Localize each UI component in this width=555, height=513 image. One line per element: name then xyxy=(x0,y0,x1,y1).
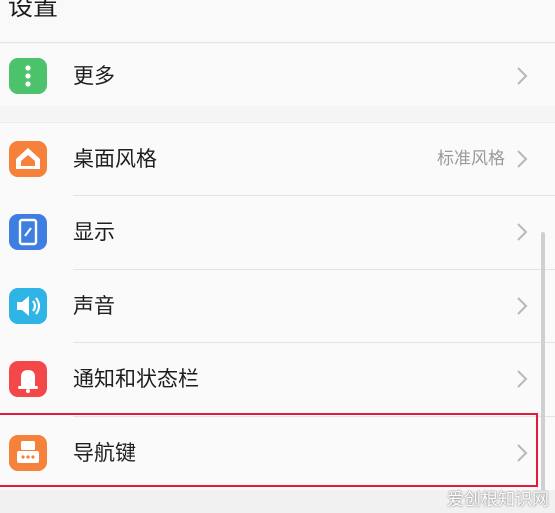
chevron-right-icon xyxy=(517,150,528,168)
settings-row-label: 显示 xyxy=(73,220,115,244)
chevron-right-icon xyxy=(517,223,528,241)
watermark-text: 爱创根知识网 xyxy=(447,490,549,510)
settings-row-label: 更多 xyxy=(73,64,115,88)
settings-row-label: 通知和状态栏 xyxy=(73,367,199,391)
chevron-right-icon xyxy=(517,67,528,85)
settings-group-top: 更多 xyxy=(0,44,555,106)
chevron-right-icon xyxy=(517,297,528,315)
settings-row-notifications[interactable]: 通知和状态栏 xyxy=(0,343,555,417)
highlight-box xyxy=(0,413,538,487)
scrollbar[interactable] xyxy=(541,232,545,502)
page-title: 设置 xyxy=(8,0,59,21)
settings-row-value: 标准风格 xyxy=(437,149,505,169)
speaker-icon xyxy=(9,288,47,324)
home-icon xyxy=(9,141,47,177)
settings-row-sound[interactable]: 声音 xyxy=(0,270,555,344)
settings-row-more[interactable]: 更多 xyxy=(0,38,555,112)
app-header: 设置 xyxy=(0,0,555,43)
settings-row-label: 声音 xyxy=(73,294,115,318)
more-dots-icon xyxy=(9,58,47,94)
settings-row-desktop-style[interactable]: 桌面风格 标准风格 xyxy=(0,123,555,197)
display-icon xyxy=(9,214,47,250)
chevron-right-icon xyxy=(517,370,528,388)
settings-row-display[interactable]: 显示 xyxy=(0,196,555,270)
bell-icon xyxy=(9,361,47,397)
settings-row-label: 桌面风格 xyxy=(73,147,157,171)
